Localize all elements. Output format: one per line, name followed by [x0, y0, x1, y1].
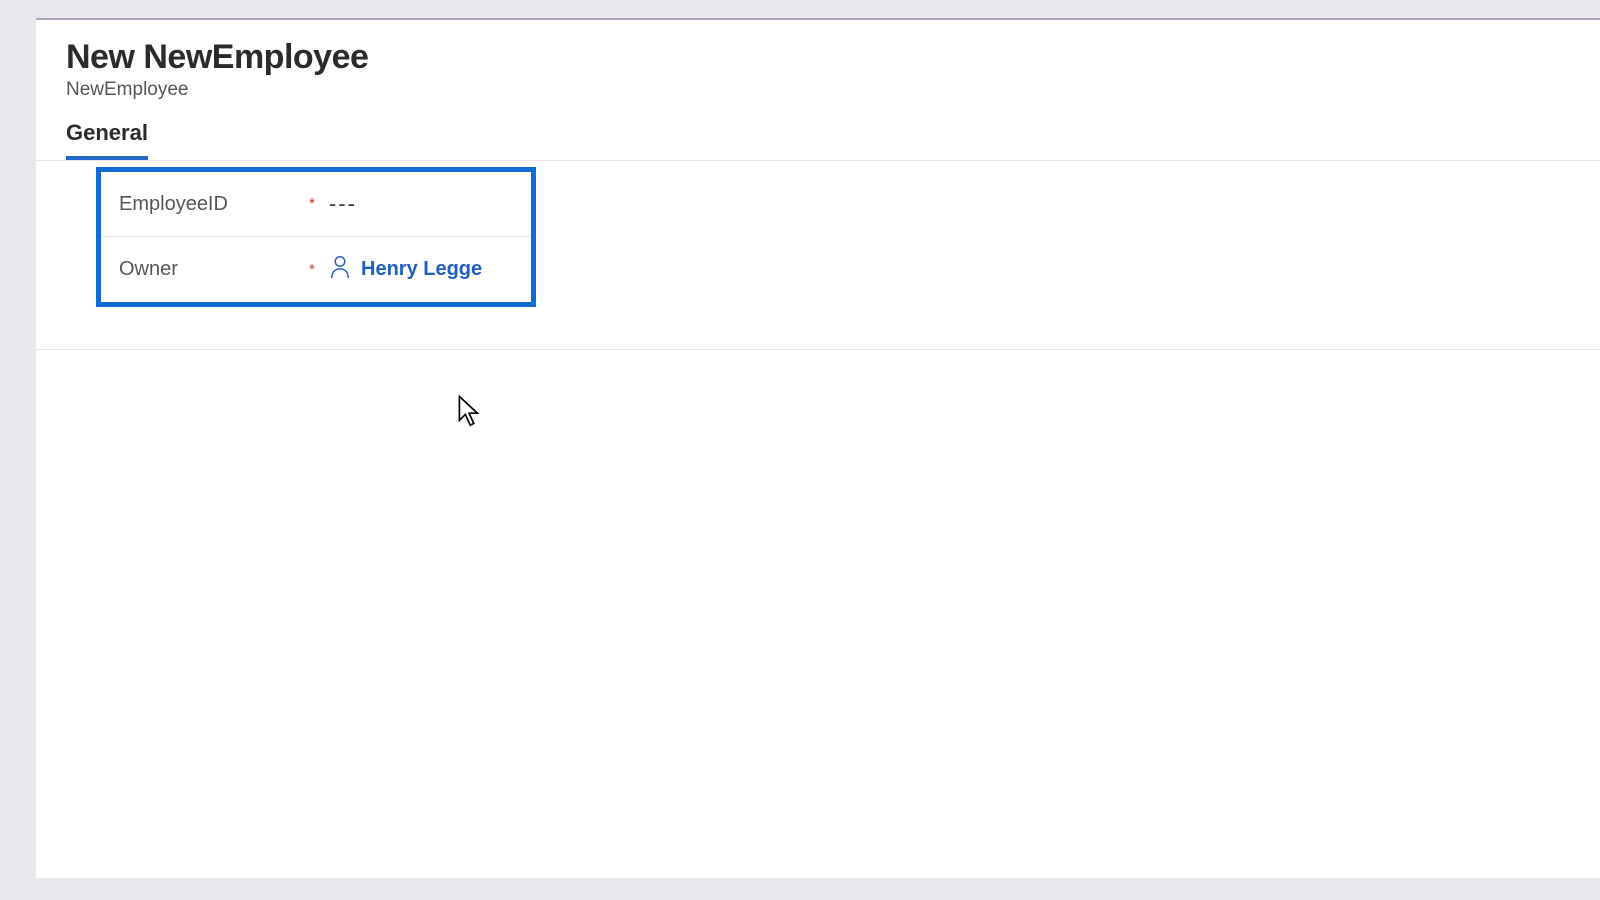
- field-label-cell: EmployeeID *: [119, 193, 329, 216]
- required-mark: *: [309, 199, 315, 209]
- record-form-page: New NewEmployee NewEmployee General Empl…: [36, 18, 1600, 878]
- field-row-owner[interactable]: Owner * Henry Legge: [101, 237, 531, 302]
- person-icon: [329, 254, 351, 285]
- employeeid-placeholder: ---: [329, 191, 357, 217]
- page-header: New NewEmployee NewEmployee: [36, 38, 1600, 101]
- entity-name: NewEmployee: [66, 79, 1600, 101]
- field-label-employeeid: EmployeeID: [119, 193, 228, 216]
- tabs-bar: General: [36, 119, 1600, 161]
- field-label-owner: Owner: [119, 258, 178, 281]
- field-value-owner[interactable]: Henry Legge: [329, 254, 515, 285]
- required-mark: *: [309, 265, 315, 275]
- page-title: New NewEmployee: [66, 38, 1600, 77]
- field-value-employeeid[interactable]: ---: [329, 191, 515, 217]
- owner-link[interactable]: Henry Legge: [361, 258, 482, 281]
- tab-general[interactable]: General: [66, 119, 148, 160]
- field-row-employeeid[interactable]: EmployeeID * ---: [101, 172, 531, 237]
- form-section: EmployeeID * --- Owner *: [36, 167, 1600, 350]
- fields-highlight-box: EmployeeID * --- Owner *: [96, 167, 536, 307]
- field-label-cell: Owner *: [119, 258, 329, 281]
- mouse-cursor-icon: [456, 394, 482, 430]
